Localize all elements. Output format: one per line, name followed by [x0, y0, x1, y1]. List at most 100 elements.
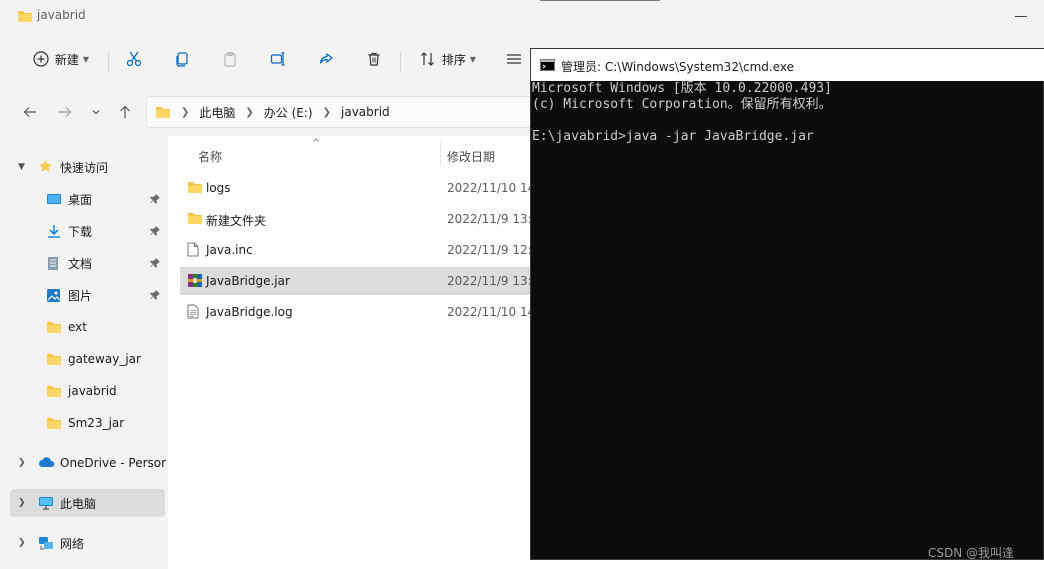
breadcrumb-chevron-icon: ❯: [181, 106, 190, 118]
rename-icon: [270, 52, 285, 66]
breadcrumb-chevron-icon: ❯: [245, 106, 254, 118]
sidebar-item-label: OneDrive - Persor: [60, 456, 167, 470]
terminal-icon: [540, 59, 555, 74]
folder-icon: [17, 9, 33, 26]
trash-icon: [368, 52, 380, 66]
console-line: Microsoft Windows [版本 10.0.22000.493]: [532, 81, 832, 96]
file-date: 2022/11/10 14: [447, 181, 536, 195]
cmd-titlebar[interactable]: 管理员: C:\Windows\System32\cmd.exe: [531, 49, 1044, 81]
file-name: JavaBridge.jar: [206, 274, 290, 288]
sidebar-item-documents[interactable]: 文档: [10, 249, 165, 277]
new-button-label: 新建: [54, 52, 79, 67]
up-button[interactable]: [113, 100, 137, 124]
column-header-date[interactable]: 修改日期: [447, 148, 495, 165]
network-icon: [38, 536, 54, 554]
sidebar-item-label: 图片: [68, 288, 93, 303]
sidebar-item-folder-gateway-jar[interactable]: gateway_jar: [10, 345, 165, 373]
pin-icon: [150, 193, 161, 207]
desktop-icon: [46, 192, 62, 209]
copy-button[interactable]: [169, 46, 195, 72]
pin-icon: [150, 225, 161, 239]
sidebar-item-network[interactable]: ❯ 网络: [10, 529, 165, 557]
cut-button[interactable]: [121, 46, 147, 72]
file-date: 2022/11/9 13:3: [447, 274, 540, 288]
sidebar-item-label: Sm23_jar: [68, 416, 125, 430]
column-divider[interactable]: [440, 142, 441, 166]
breadcrumb-chevron-icon: ❯: [322, 106, 331, 118]
document-icon: [46, 256, 60, 274]
file-icon: [187, 242, 199, 260]
cloud-icon: [38, 456, 56, 471]
sidebar-item-label: 快速访问: [60, 160, 109, 175]
back-button[interactable]: [18, 100, 42, 124]
file-name: logs: [206, 181, 231, 195]
sidebar-item-label: ext: [68, 320, 87, 334]
column-header-name[interactable]: 名称: [198, 148, 222, 165]
console-output[interactable]: Microsoft Windows [版本 10.0.22000.493] (c…: [531, 81, 1044, 559]
sidebar-item-label: 桌面: [68, 192, 93, 207]
breadcrumb-this-pc[interactable]: 此电脑: [199, 104, 235, 121]
rename-button[interactable]: [265, 46, 291, 72]
sidebar-item-label: 此电脑: [60, 496, 97, 511]
picture-icon: [46, 288, 61, 306]
sidebar-item-label: 文档: [68, 256, 93, 271]
recent-locations-button[interactable]: [84, 100, 108, 124]
file-date: 2022/11/10 14: [447, 305, 536, 319]
file-date: 2022/11/9 12:1: [447, 243, 540, 257]
sidebar-item-downloads[interactable]: 下载: [10, 217, 165, 245]
chevron-right-icon[interactable]: ❯: [18, 538, 26, 548]
sidebar-item-this-pc[interactable]: ❯ 此电脑: [10, 489, 165, 517]
chevron-right-icon[interactable]: ❯: [18, 498, 26, 508]
folder-icon: [187, 211, 203, 228]
file-name: Java.inc: [206, 243, 253, 257]
new-button[interactable]: 新建 ▼: [28, 46, 94, 72]
pin-icon: [150, 257, 161, 271]
delete-button[interactable]: [361, 46, 387, 72]
sidebar-item-folder-sm23-jar[interactable]: Sm23_jar: [10, 409, 165, 437]
sidebar-item-desktop[interactable]: 桌面: [10, 185, 165, 213]
sidebar-item-label: 网络: [60, 536, 85, 551]
console-line: (c) Microsoft Corporation。保留所有权利。: [532, 97, 832, 112]
sort-button[interactable]: 排序 ▼: [415, 46, 481, 72]
arrow-right-icon: [59, 107, 72, 117]
sidebar-item-folder-javabrid[interactable]: javabrid: [10, 377, 165, 405]
sort-ascending-icon: ^: [312, 138, 321, 149]
folder-icon: [46, 352, 62, 369]
pin-icon: [150, 289, 161, 303]
scissors-icon: [126, 51, 142, 67]
folder-icon: [155, 105, 171, 119]
sidebar-item-folder-ext[interactable]: ext: [10, 313, 165, 341]
sidebar-item-onedrive[interactable]: ❯ OneDrive - Persor: [10, 449, 167, 477]
folder-icon: [46, 416, 62, 433]
console-line: E:\javabrid>java -jar JavaBridge.jar: [532, 129, 814, 144]
cmd-window[interactable]: 管理员: C:\Windows\System32\cmd.exe Microso…: [530, 48, 1044, 560]
folder-icon: [187, 180, 203, 197]
address-bar[interactable]: ❯ 此电脑 ❯ 办公 (E:) ❯ javabrid: [146, 96, 546, 128]
sidebar-item-quick-access[interactable]: ▼ 快速访问: [10, 153, 165, 181]
paste-button[interactable]: [217, 46, 243, 72]
log-file-icon: [187, 304, 199, 322]
chevron-down-icon: [92, 110, 100, 115]
cmd-title: 管理员: C:\Windows\System32\cmd.exe: [561, 60, 794, 74]
toolbar-separator: [108, 52, 109, 72]
minimize-button[interactable]: [1015, 16, 1027, 17]
chevron-down-icon[interactable]: ▼: [18, 162, 25, 172]
share-button[interactable]: [313, 46, 339, 72]
divider: [540, 0, 660, 1]
sort-button-label: 排序: [441, 52, 466, 67]
jar-archive-icon: [187, 273, 203, 291]
forward-button[interactable]: [53, 100, 77, 124]
view-list-icon: [507, 54, 521, 64]
computer-icon: [38, 496, 54, 513]
folder-icon: [46, 320, 62, 337]
sidebar-item-pictures[interactable]: 图片: [10, 281, 165, 309]
copy-icon: [176, 52, 188, 67]
explorer-titlebar: javabrid: [0, 0, 1044, 32]
view-button[interactable]: [501, 46, 527, 72]
chevron-down-icon: ▼: [82, 54, 90, 64]
star-icon: [38, 159, 53, 177]
chevron-right-icon[interactable]: ❯: [18, 458, 26, 468]
breadcrumb-drive-e[interactable]: 办公 (E:): [264, 104, 313, 121]
breadcrumb-javabrid[interactable]: javabrid: [341, 105, 390, 119]
